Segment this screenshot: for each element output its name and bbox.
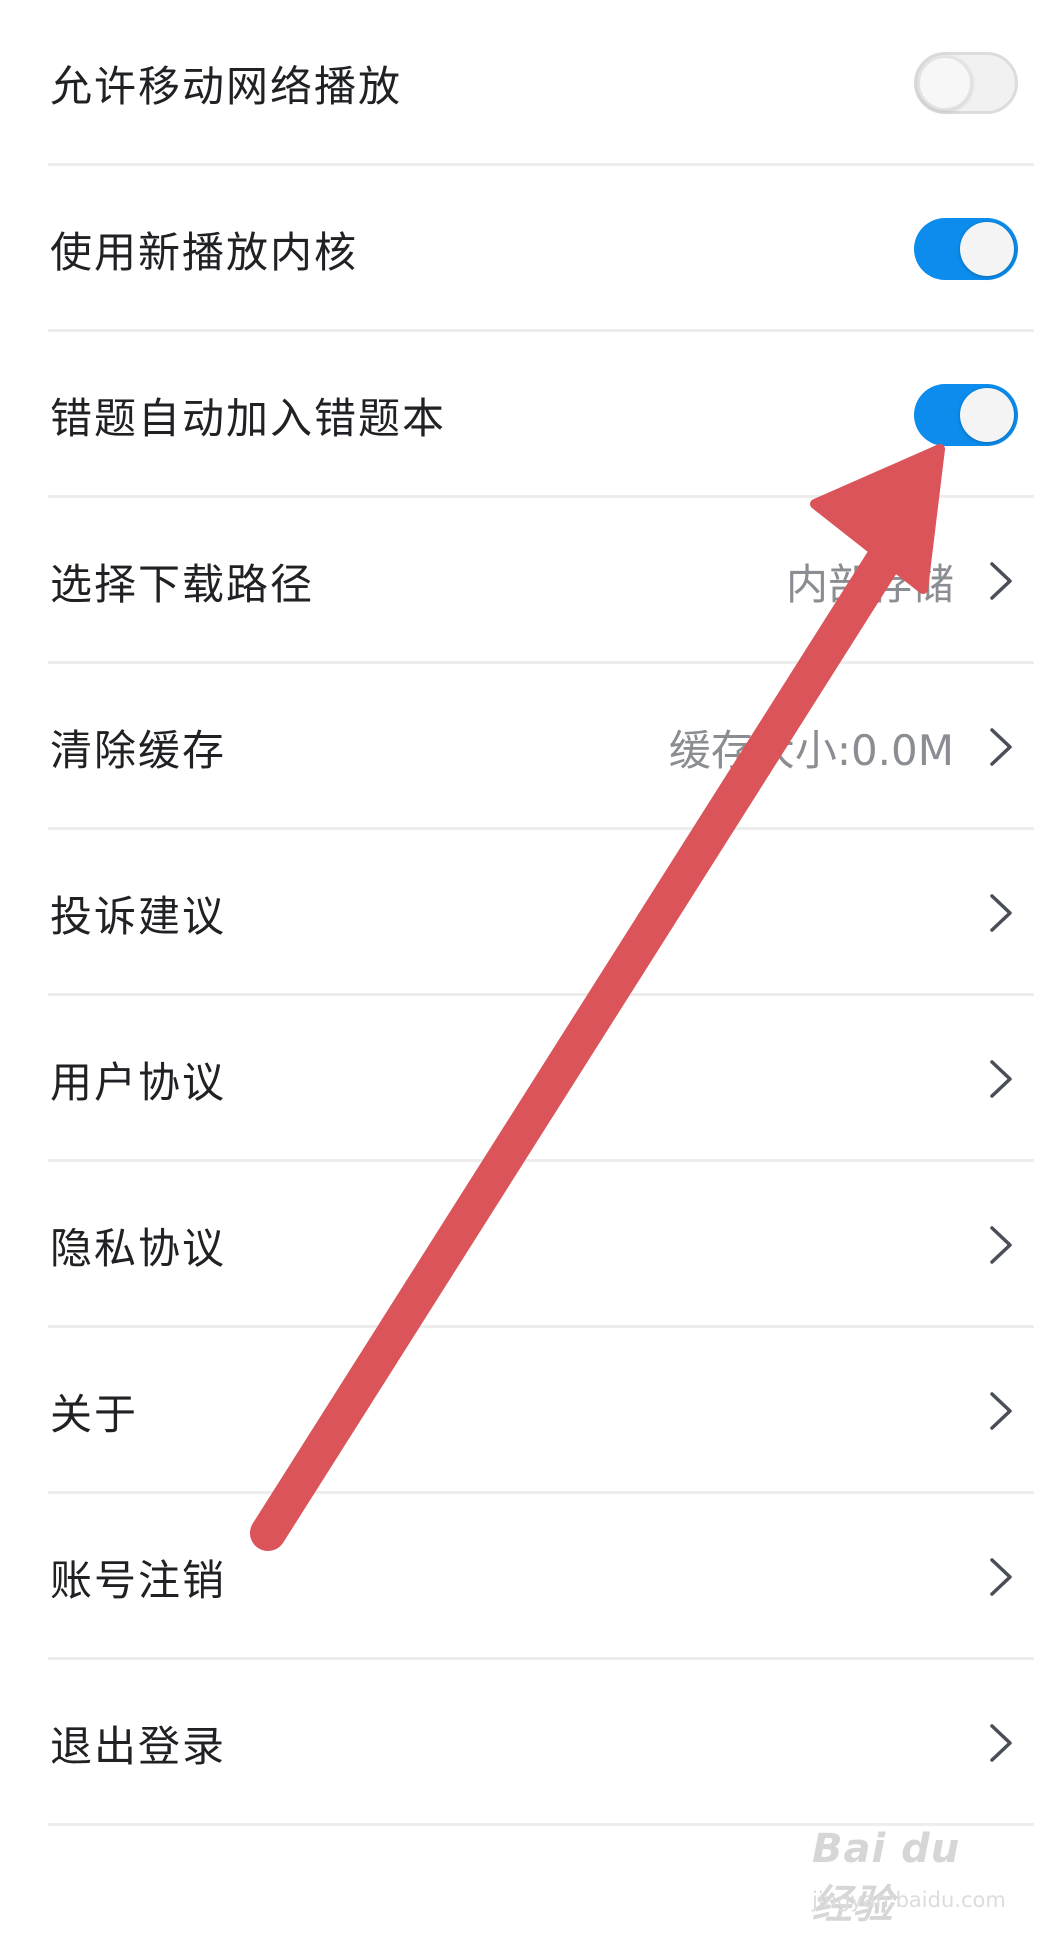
setting-value: 缓存大小:0.0M: [668, 725, 954, 775]
setting-logout[interactable]: 退出登录: [0, 1660, 1064, 1826]
chevron-right-icon: [990, 1392, 1012, 1430]
setting-label: 退出登录: [50, 1721, 227, 1771]
setting-label: 投诉建议: [50, 891, 227, 941]
settings-list: 允许移动网络播放 使用新播放内核 错题自动加入错题本 选择下载路径 内部存储 清…: [0, 0, 1064, 1826]
setting-clear-cache[interactable]: 清除缓存 缓存大小:0.0M: [0, 664, 1064, 830]
watermark-url: jingyan.baidu.com: [812, 1888, 1006, 1912]
toggle-knob: [960, 388, 1014, 442]
setting-download-path[interactable]: 选择下载路径 内部存储: [0, 498, 1064, 664]
chevron-right-icon: [990, 1558, 1012, 1596]
setting-auto-add-wrong-questions[interactable]: 错题自动加入错题本: [0, 332, 1064, 498]
toggle-knob: [918, 56, 972, 110]
toggle-switch-on[interactable]: [914, 384, 1018, 446]
setting-new-player-core[interactable]: 使用新播放内核: [0, 166, 1064, 332]
baidu-jingyan-watermark: Bai du 经验 jingyan.baidu.com: [812, 1826, 1012, 1928]
setting-label: 使用新播放内核: [50, 227, 359, 277]
setting-delete-account[interactable]: 账号注销: [0, 1494, 1064, 1660]
setting-label: 用户协议: [50, 1057, 227, 1107]
setting-privacy-agreement[interactable]: 隐私协议: [0, 1162, 1064, 1328]
setting-value: 内部存储: [785, 559, 954, 609]
chevron-right-icon: [990, 728, 1012, 766]
setting-user-agreement[interactable]: 用户协议: [0, 996, 1064, 1162]
toggle-switch-off[interactable]: [914, 52, 1018, 114]
setting-allow-mobile-network[interactable]: 允许移动网络播放: [0, 0, 1064, 166]
setting-label: 选择下载路径: [50, 559, 315, 609]
toggle-knob: [960, 222, 1014, 276]
setting-label: 隐私协议: [50, 1223, 227, 1273]
setting-label: 清除缓存: [50, 725, 227, 775]
setting-label: 账号注销: [50, 1555, 227, 1605]
chevron-right-icon: [990, 894, 1012, 932]
setting-label: 允许移动网络播放: [50, 61, 403, 111]
chevron-right-icon: [990, 1060, 1012, 1098]
setting-label: 关于: [50, 1389, 139, 1439]
toggle-switch-on[interactable]: [914, 218, 1018, 280]
chevron-right-icon: [990, 1226, 1012, 1264]
watermark-logo: Bai du 经验: [812, 1826, 961, 1928]
setting-about[interactable]: 关于: [0, 1328, 1064, 1494]
setting-feedback[interactable]: 投诉建议: [0, 830, 1064, 996]
chevron-right-icon: [990, 562, 1012, 600]
chevron-right-icon: [990, 1724, 1012, 1762]
setting-label: 错题自动加入错题本: [50, 393, 447, 443]
